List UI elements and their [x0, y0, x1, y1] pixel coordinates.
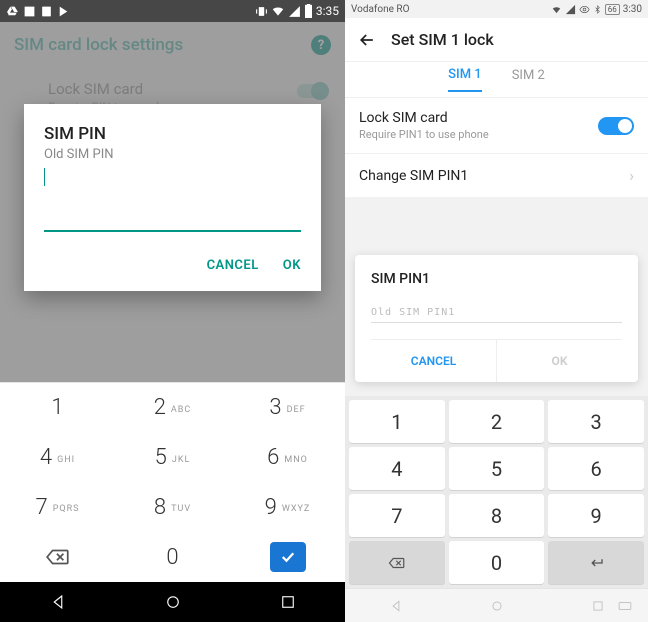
- key-6[interactable]: 6MNO: [230, 433, 345, 483]
- dialog-subtitle: Old SIM PIN: [44, 147, 301, 162]
- status-bar: 3:35: [0, 0, 345, 22]
- key-backspace[interactable]: [349, 541, 445, 584]
- bluetooth-icon: [593, 4, 602, 15]
- eye-off-icon: [579, 4, 590, 15]
- key-3[interactable]: 3: [548, 400, 644, 443]
- pin-input[interactable]: [44, 204, 301, 232]
- phone-left-stock-android: 3:35 SIM card lock settings ? Lock SIM c…: [0, 0, 345, 622]
- backspace-icon: [45, 544, 71, 570]
- drive-icon: [6, 5, 19, 18]
- status-right-icons: 66 3:30: [551, 4, 642, 15]
- nav-home-icon[interactable]: [490, 599, 504, 613]
- key-8[interactable]: 8TUV: [115, 483, 230, 533]
- key-0[interactable]: 0: [449, 541, 545, 584]
- signal-icon: [565, 4, 576, 15]
- note-icon: [40, 5, 53, 18]
- numeric-keypad: 1 2 3 4 5 6 7 8 9 0: [345, 396, 648, 588]
- status-right-icons: 3:35: [255, 4, 339, 18]
- dialog-title: SIM PIN: [44, 124, 301, 144]
- key-3[interactable]: 3DEF: [230, 383, 345, 433]
- status-time: 3:30: [623, 4, 642, 15]
- key-0[interactable]: 0: [115, 532, 230, 582]
- keyboard-hide-icon[interactable]: [618, 599, 632, 613]
- key-7[interactable]: 7PQRS: [0, 483, 115, 533]
- key-9[interactable]: 9WXYZ: [230, 483, 345, 533]
- app-header: Set SIM 1 lock: [345, 18, 648, 62]
- pin-input[interactable]: Old SIM PIN1: [371, 307, 622, 323]
- sim-pin-dialog: SIM PIN Old SIM PIN CANCEL OK: [24, 104, 321, 291]
- play-checked-icon: [57, 5, 70, 18]
- row-subtitle: Require PIN1 to use phone: [359, 128, 489, 141]
- wifi-icon: [271, 4, 285, 18]
- nav-bar: [0, 582, 345, 622]
- sim-tabs: SIM 1 SIM 2: [345, 62, 648, 98]
- key-enter[interactable]: [548, 541, 644, 584]
- battery-icon: [304, 4, 313, 18]
- tab-sim1[interactable]: SIM 1: [448, 67, 482, 92]
- sim-pin-dialog: SIM PIN1 Old SIM PIN1 CANCEL OK: [355, 255, 638, 382]
- nav-back-icon[interactable]: [49, 593, 67, 611]
- nav-recent-icon[interactable]: [591, 599, 605, 613]
- key-5[interactable]: 5: [449, 447, 545, 490]
- key-1[interactable]: 1: [349, 400, 445, 443]
- tab-sim2[interactable]: SIM 2: [512, 68, 545, 91]
- cancel-button[interactable]: CANCEL: [207, 258, 259, 273]
- key-4[interactable]: 4: [349, 447, 445, 490]
- numeric-keypad: 1 2ABC 3DEF 4GHI 5JKL 6MNO 7PQRS 8TUV 9W…: [0, 382, 345, 582]
- row-lock-sim[interactable]: Lock SIM card Require PIN1 to use phone: [345, 98, 648, 153]
- back-icon[interactable]: [357, 30, 377, 50]
- row-title: Lock SIM card: [359, 110, 489, 126]
- key-5[interactable]: 5JKL: [115, 433, 230, 483]
- key-2[interactable]: 2: [449, 400, 545, 443]
- chevron-right-icon: ›: [629, 166, 634, 185]
- key-backspace[interactable]: [0, 532, 115, 582]
- signal-icon: [288, 5, 301, 18]
- status-bar: Vodafone RO 66 3:30: [345, 0, 648, 18]
- page-title: Set SIM 1 lock: [391, 30, 494, 49]
- nav-back-icon[interactable]: [389, 599, 403, 613]
- carrier-label: Vodafone RO: [351, 4, 409, 15]
- backspace-icon: [385, 554, 409, 572]
- nav-recent-icon[interactable]: [279, 593, 297, 611]
- status-time: 3:35: [316, 4, 339, 18]
- ok-button[interactable]: OK: [496, 340, 622, 382]
- enter-icon: [585, 554, 607, 572]
- key-2[interactable]: 2ABC: [115, 383, 230, 433]
- check-icon: [279, 548, 297, 566]
- ok-button[interactable]: OK: [283, 258, 301, 273]
- battery-percent: 66: [605, 4, 620, 15]
- cancel-button[interactable]: CANCEL: [371, 340, 496, 382]
- row-title: Change SIM PIN1: [359, 168, 468, 184]
- row-change-pin[interactable]: Change SIM PIN1 ›: [345, 153, 648, 197]
- key-6[interactable]: 6: [548, 447, 644, 490]
- key-1[interactable]: 1: [0, 383, 115, 433]
- key-7[interactable]: 7: [349, 494, 445, 537]
- status-left-icons: [6, 5, 70, 18]
- key-8[interactable]: 8: [449, 494, 545, 537]
- wifi-icon: [551, 4, 562, 15]
- nav-bar: [345, 588, 648, 622]
- key-4[interactable]: 4GHI: [0, 433, 115, 483]
- nav-home-icon[interactable]: [164, 593, 182, 611]
- phone-right-emui: Vodafone RO 66 3:30 Set SIM 1 lock SIM 1…: [345, 0, 648, 622]
- input-placeholder: Old SIM PIN1: [371, 307, 622, 318]
- key-9[interactable]: 9: [548, 494, 644, 537]
- vibrate-icon: [255, 5, 268, 18]
- toggle-lock-sim[interactable]: [598, 117, 634, 135]
- image-icon: [23, 5, 36, 18]
- key-enter[interactable]: [230, 532, 345, 582]
- dialog-title: SIM PIN1: [371, 271, 622, 287]
